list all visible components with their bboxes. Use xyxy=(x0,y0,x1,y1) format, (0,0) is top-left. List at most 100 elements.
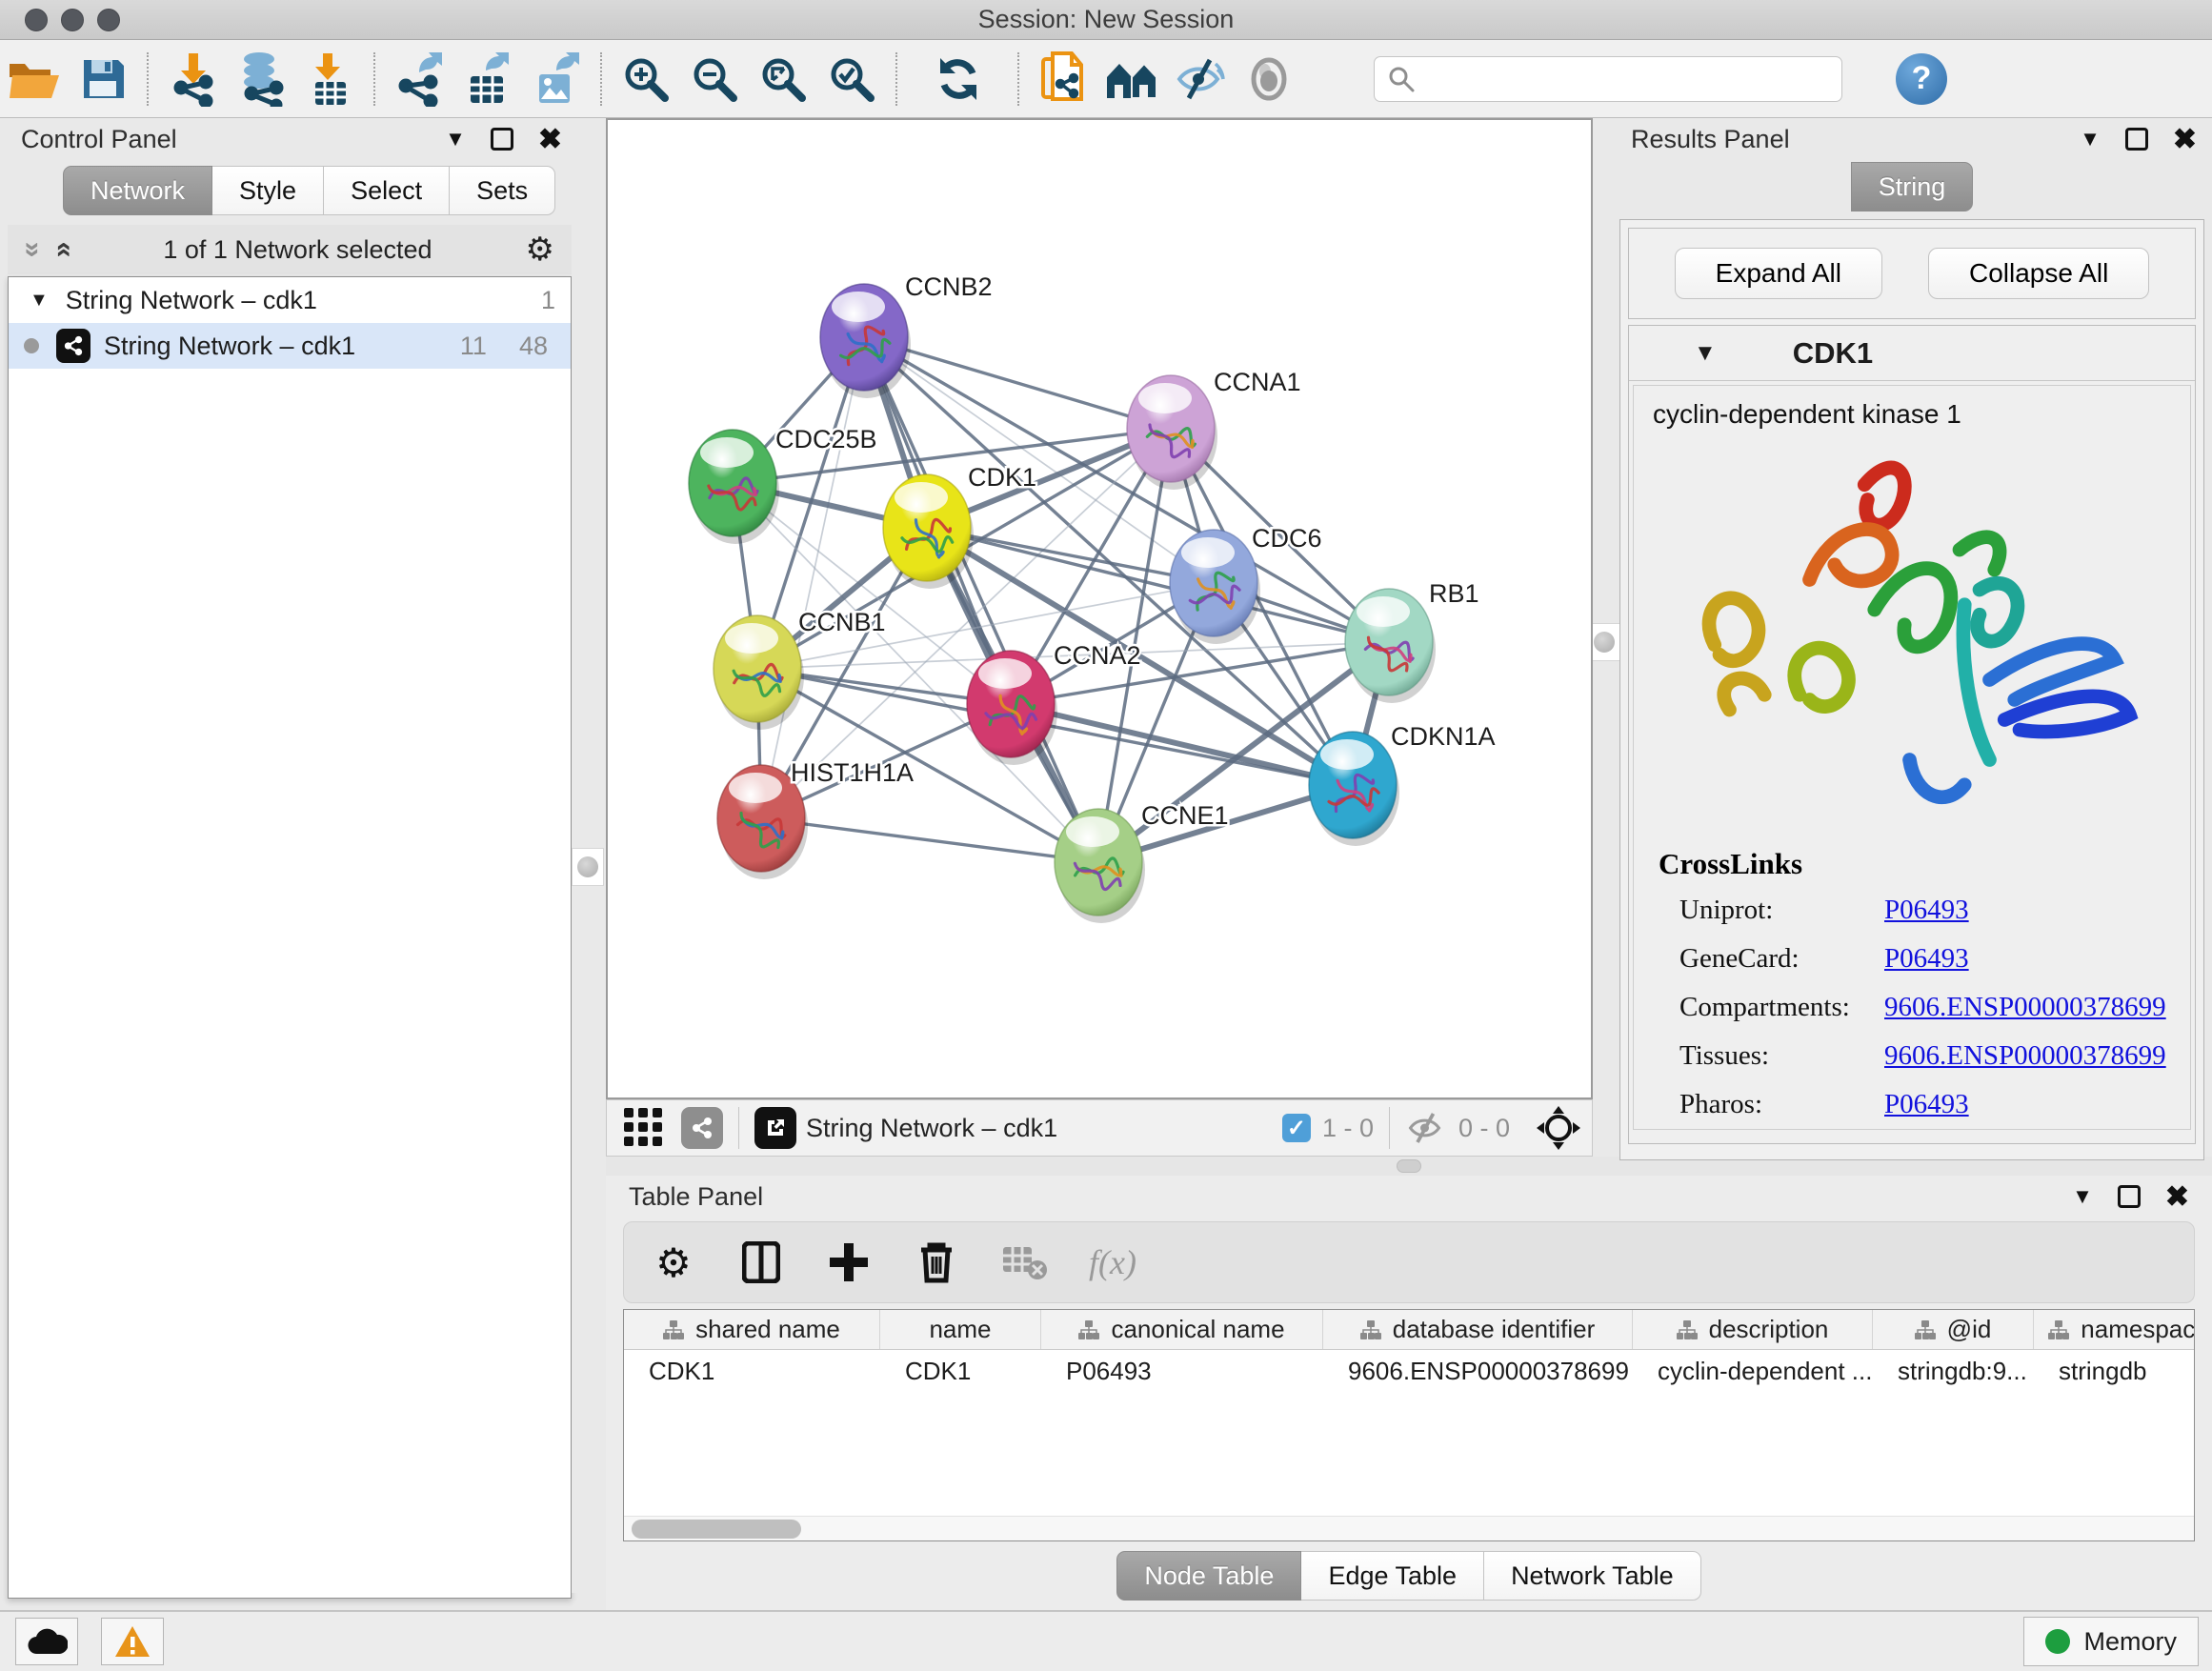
crosslink-link[interactable]: P06493 xyxy=(1884,895,1969,926)
home-networks-icon[interactable] xyxy=(1097,49,1166,110)
splitter-handle[interactable] xyxy=(572,848,604,886)
selected-checkbox-icon[interactable]: ✓ xyxy=(1282,1114,1311,1142)
tab-network-table[interactable]: Network Table xyxy=(1484,1551,1701,1601)
tab-edge-table[interactable]: Edge Table xyxy=(1301,1551,1484,1601)
search-input[interactable] xyxy=(1424,64,1828,93)
collapse-tree-icon[interactable]: ▼ xyxy=(30,290,49,312)
delete-table-icon[interactable] xyxy=(1001,1239,1047,1285)
table-cell[interactable]: stringdb:9... xyxy=(1873,1350,2034,1392)
export-network-icon[interactable] xyxy=(385,49,453,110)
tab-network[interactable]: Network xyxy=(63,166,212,215)
network-node-cdc6[interactable] xyxy=(1170,530,1260,644)
open-file-icon[interactable] xyxy=(0,49,69,110)
panel-float-icon[interactable] xyxy=(491,128,513,151)
table-cell[interactable]: cyclin-dependent ... xyxy=(1633,1350,1873,1392)
column-header-name[interactable]: name xyxy=(880,1310,1041,1349)
network-collection-row[interactable]: ▼ String Network – cdk1 1 xyxy=(9,277,571,323)
network-edge[interactable] xyxy=(761,337,864,818)
node-table[interactable]: shared namenamecanonical namedatabase id… xyxy=(623,1309,2195,1541)
save-session-icon[interactable] xyxy=(69,49,137,110)
protein-entry-header[interactable]: ▼ CDK1 xyxy=(1629,326,2195,381)
export-image-icon[interactable] xyxy=(522,49,591,110)
warning-icon[interactable] xyxy=(101,1618,164,1665)
network-node-ccne1[interactable] xyxy=(1055,809,1145,923)
table-cell[interactable]: 9606.ENSP00000378699 xyxy=(1323,1350,1633,1392)
scrollbar-thumb[interactable] xyxy=(632,1520,801,1539)
splitter-handle[interactable] xyxy=(1397,1159,1421,1173)
import-network-database-icon[interactable] xyxy=(227,49,295,110)
panel-close-icon[interactable]: ✖ xyxy=(2165,1180,2189,1214)
panel-close-icon[interactable]: ✖ xyxy=(2173,123,2197,156)
network-node-rb1[interactable] xyxy=(1345,589,1436,703)
crosslink-link[interactable]: P06493 xyxy=(1884,1089,1969,1120)
panel-menu-icon[interactable]: ▼ xyxy=(2080,127,2101,151)
copy-document-icon[interactable] xyxy=(1029,49,1097,110)
zoom-selected-icon[interactable] xyxy=(817,49,886,110)
column-header-description[interactable]: description xyxy=(1633,1310,1873,1349)
left-splitter[interactable] xyxy=(572,118,604,1593)
table-cell[interactable]: CDK1 xyxy=(624,1350,880,1392)
panel-float-icon[interactable] xyxy=(2118,1185,2141,1208)
crosslink-link[interactable]: 9606.ENSP00000378699 xyxy=(1884,1040,2166,1072)
table-cell[interactable]: stringdb xyxy=(2034,1350,2195,1392)
import-table-icon[interactable] xyxy=(295,49,364,110)
column-header-shared-name[interactable]: shared name xyxy=(624,1310,880,1349)
table-row[interactable]: CDK1CDK1P064939606.ENSP00000378699cyclin… xyxy=(624,1350,2194,1392)
column-header-database-identifier[interactable]: database identifier xyxy=(1323,1310,1633,1349)
cloud-status-icon[interactable] xyxy=(15,1618,78,1665)
add-column-icon[interactable] xyxy=(826,1239,872,1285)
column-header-namespace[interactable]: namespace xyxy=(2034,1310,2195,1349)
crosslink-link[interactable]: P06493 xyxy=(1884,943,1969,975)
expand-all-button[interactable]: Expand All xyxy=(1675,248,1882,299)
right-splitter[interactable] xyxy=(1589,118,1619,1157)
panel-menu-icon[interactable]: ▼ xyxy=(2072,1184,2093,1209)
network-canvas[interactable]: CCNB2CCNA1CDC25BCDK1CDC6RB1CCNB1CCNA2CDK… xyxy=(606,118,1593,1099)
panel-menu-icon[interactable]: ▼ xyxy=(445,127,466,151)
memory-button[interactable]: Memory xyxy=(2023,1617,2199,1666)
show-eye-icon[interactable] xyxy=(1235,49,1303,110)
network-node-cdk1[interactable] xyxy=(883,474,974,589)
network-row[interactable]: String Network – cdk1 11 48 xyxy=(9,323,571,369)
collapse-all-button[interactable]: Collapse All xyxy=(1928,248,2149,299)
crosslink-link[interactable]: 9606.ENSP00000378699 xyxy=(1884,992,2166,1023)
tab-sets[interactable]: Sets xyxy=(450,166,555,215)
refresh-icon[interactable] xyxy=(924,49,993,110)
table-cell[interactable]: P06493 xyxy=(1041,1350,1323,1392)
zoom-fit-icon[interactable] xyxy=(749,49,817,110)
export-table-icon[interactable] xyxy=(453,49,522,110)
gear-icon[interactable]: ⚙ xyxy=(526,231,554,269)
panel-close-icon[interactable]: ✖ xyxy=(538,123,562,156)
network-node-ccnb2[interactable] xyxy=(820,284,911,398)
network-edge[interactable] xyxy=(1011,704,1353,785)
column-header-@id[interactable]: @id xyxy=(1873,1310,2034,1349)
tab-style[interactable]: Style xyxy=(212,166,324,215)
function-builder-icon[interactable]: f(x) xyxy=(1089,1242,1136,1282)
tab-select[interactable]: Select xyxy=(324,166,450,215)
table-cell[interactable]: CDK1 xyxy=(880,1350,1041,1392)
zoom-in-icon[interactable] xyxy=(612,49,680,110)
column-header-canonical-name[interactable]: canonical name xyxy=(1041,1310,1323,1349)
search-field[interactable] xyxy=(1374,56,1842,102)
network-node-ccnb1[interactable] xyxy=(714,615,804,730)
panel-float-icon[interactable] xyxy=(2125,128,2148,151)
birds-eye-icon[interactable] xyxy=(1537,1106,1580,1150)
horizontal-scrollbar[interactable] xyxy=(624,1516,2194,1540)
zoom-out-icon[interactable] xyxy=(680,49,749,110)
network-node-ccna1[interactable] xyxy=(1127,375,1217,490)
network-node-cdkn1a[interactable] xyxy=(1309,732,1399,846)
show-columns-icon[interactable] xyxy=(738,1239,784,1285)
import-network-file-icon[interactable] xyxy=(158,49,227,110)
hidden-eye-icon[interactable] xyxy=(1405,1111,1447,1145)
collapse-entry-icon[interactable]: ▼ xyxy=(1694,340,1717,367)
tab-node-table[interactable]: Node Table xyxy=(1116,1551,1301,1601)
grid-view-icon[interactable] xyxy=(618,1105,670,1151)
delete-column-icon[interactable] xyxy=(914,1239,959,1285)
network-edge[interactable] xyxy=(761,818,1098,862)
open-in-window-icon[interactable] xyxy=(754,1107,796,1149)
splitter-handle[interactable] xyxy=(1588,623,1620,661)
network-share-icon[interactable] xyxy=(681,1107,723,1149)
network-node-ccna2[interactable] xyxy=(967,651,1057,765)
hide-eye-icon[interactable] xyxy=(1166,49,1235,110)
table-settings-gear-icon[interactable]: ⚙ xyxy=(651,1239,696,1285)
tab-string[interactable]: String xyxy=(1851,162,1974,211)
